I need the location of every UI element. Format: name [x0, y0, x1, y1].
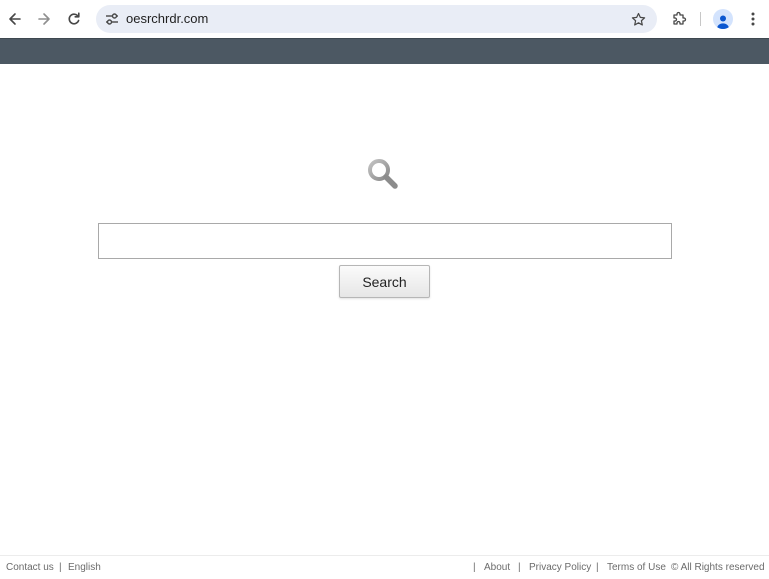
footer: Contact us | English | About | Privacy P… [0, 555, 769, 579]
footer-separator: | [473, 562, 476, 573]
footer-language-link[interactable]: English [68, 562, 101, 574]
url-text[interactable]: oesrchrdr.com [126, 11, 208, 27]
footer-terms-link[interactable]: Terms of Use [607, 562, 666, 574]
browser-toolbar: oesrchrdr.com [0, 0, 769, 38]
arrow-right-icon [38, 13, 50, 25]
footer-separator: | [59, 562, 62, 573]
page-content [0, 64, 769, 555]
header-band [0, 38, 769, 64]
footer-separator: | [518, 562, 521, 573]
footer-contact-link[interactable]: Contact us [6, 562, 54, 574]
search-input[interactable] [98, 223, 672, 259]
star-icon [631, 12, 645, 26]
more-vert-icon [751, 12, 755, 26]
browser-menu-button[interactable] [743, 8, 763, 30]
footer-about-link[interactable]: About [484, 562, 510, 574]
back-button[interactable] [3, 7, 27, 31]
forward-button[interactable] [32, 7, 56, 31]
profile-button[interactable] [713, 9, 733, 29]
bookmark-button[interactable] [629, 10, 647, 28]
address-bar[interactable]: oesrchrdr.com [96, 5, 657, 33]
footer-separator: | [596, 562, 599, 573]
reload-icon [68, 12, 80, 25]
footer-copyright: © All Rights reserved [671, 562, 765, 573]
arrow-left-icon [9, 13, 21, 25]
site-info-button[interactable] [103, 10, 121, 28]
toolbar-divider [700, 12, 701, 26]
search-button[interactable]: Search [339, 265, 430, 298]
extensions-button[interactable] [668, 8, 690, 30]
reload-button[interactable] [62, 7, 86, 31]
puzzle-icon [673, 11, 687, 25]
tune-icon [106, 13, 118, 25]
person-icon [717, 15, 729, 29]
footer-privacy-link[interactable]: Privacy Policy [529, 562, 591, 574]
magnifier-icon [368, 159, 398, 189]
